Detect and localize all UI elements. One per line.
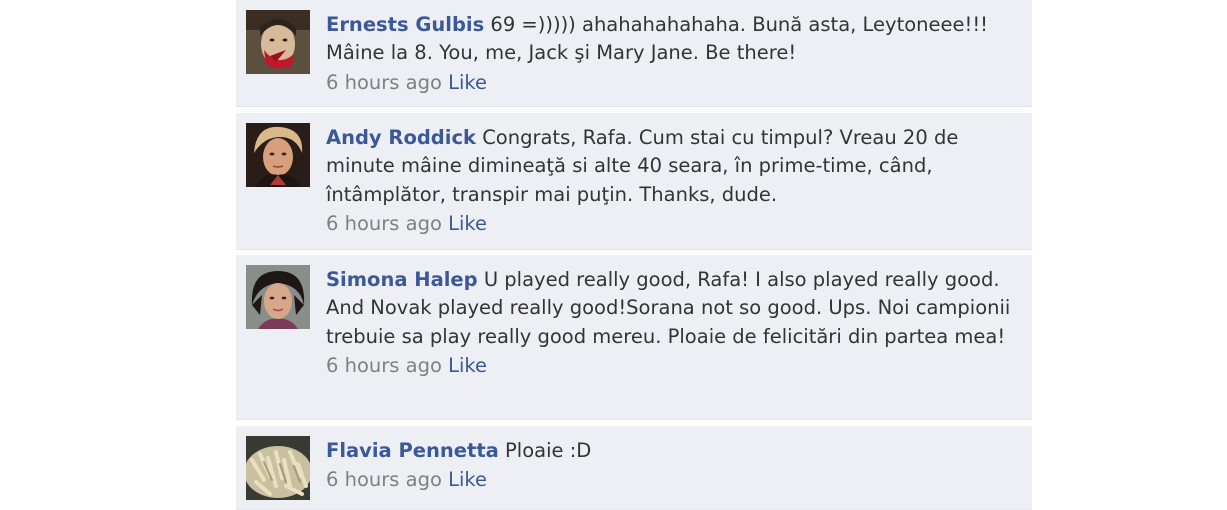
avatar[interactable]	[246, 10, 310, 74]
avatar[interactable]	[246, 436, 310, 500]
like-link[interactable]: Like	[448, 354, 487, 377]
comment-timestamp: 6 hours ago	[326, 353, 442, 377]
avatar[interactable]	[246, 265, 310, 329]
comment-meta: 6 hours ago Like	[326, 210, 1016, 238]
comment-item: Ernests Gulbis 69 =))))) ahahahahahaha. …	[236, 0, 1032, 107]
comment-body: Ernests Gulbis 69 =))))) ahahahahahaha. …	[326, 11, 1016, 97]
comment-timestamp: 6 hours ago	[326, 70, 442, 94]
comment-timestamp: 6 hours ago	[326, 211, 442, 235]
comment-author[interactable]: Flavia Pennetta	[326, 439, 499, 462]
like-link[interactable]: Like	[448, 71, 487, 94]
comment-body: Simona Halep U played really good, Rafa!…	[326, 266, 1016, 380]
comment-body: Andy Roddick Congrats, Rafa. Cum stai cu…	[326, 124, 1016, 238]
comment-author[interactable]: Andy Roddick	[326, 126, 476, 149]
comment-author[interactable]: Ernests Gulbis	[326, 13, 484, 36]
comment-author[interactable]: Simona Halep	[326, 268, 478, 291]
comment-timestamp: 6 hours ago	[326, 468, 442, 492]
comment-item: Flavia Pennetta Ploaie :D 6 hours ago Li…	[236, 426, 1032, 510]
like-link[interactable]: Like	[448, 212, 487, 235]
comment-meta: 6 hours ago Like	[326, 69, 1016, 97]
comment-meta: 6 hours ago Like	[326, 352, 1016, 380]
like-link[interactable]: Like	[448, 468, 487, 491]
comment-item: Simona Halep U played really good, Rafa!…	[236, 255, 1032, 420]
comment-item: Andy Roddick Congrats, Rafa. Cum stai cu…	[236, 113, 1032, 250]
avatar[interactable]	[246, 123, 310, 187]
comment-text: Ploaie :D	[505, 439, 592, 462]
comment-meta: 6 hours ago Like	[326, 466, 1016, 494]
comment-list: Ernests Gulbis 69 =))))) ahahahahahaha. …	[236, 0, 1032, 510]
comment-body: Flavia Pennetta Ploaie :D 6 hours ago Li…	[326, 437, 1016, 495]
